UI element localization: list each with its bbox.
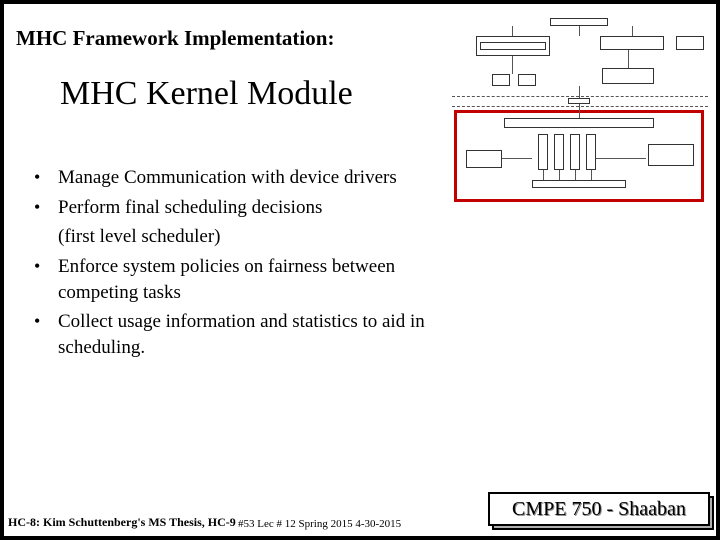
architecture-diagram	[452, 18, 708, 208]
bullet-list-continued: Enforce system policies on fairness betw…	[34, 254, 456, 361]
slide-text-column: MHC Framework Implementation: MHC Kernel…	[16, 26, 456, 364]
footer-lecture-info: #53 Lec # 12 Spring 2015 4-30-2015	[238, 518, 401, 530]
bullet-item: Manage Communication with device drivers	[34, 165, 456, 191]
footer-citation: HC-8: Kim Schuttenberg's MS Thesis, HC-9	[8, 515, 236, 530]
pre-title: MHC Framework Implementation:	[16, 26, 456, 51]
bullet-item: Collect usage information and statistics…	[34, 309, 456, 360]
main-title: MHC Kernel Module	[60, 75, 456, 113]
bullet-list: Manage Communication with device drivers…	[34, 165, 456, 220]
course-badge-label: CMPE 750 - Shaaban	[512, 498, 686, 520]
bullet-item: Enforce system policies on fairness betw…	[34, 254, 456, 305]
bullet-subline: (first level scheduler)	[58, 224, 456, 250]
course-badge: CMPE 750 - Shaaban	[488, 492, 710, 526]
bullet-item: Perform final scheduling decisions	[34, 195, 456, 221]
